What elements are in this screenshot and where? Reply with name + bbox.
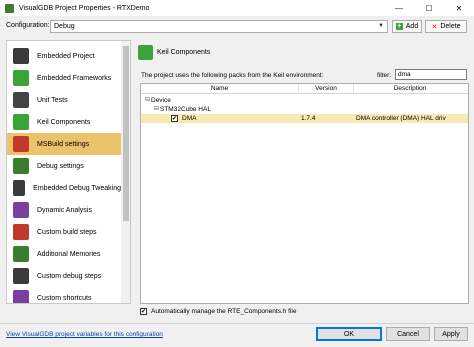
add-configuration-button[interactable]: + Add <box>392 20 422 33</box>
sidebar-item-label: Embedded Debug Tweaking <box>33 184 121 192</box>
dma-checkbox[interactable]: ✔ <box>171 115 178 122</box>
components-tree: Name Version Description ⊟ Device ⊟ STM3… <box>140 83 469 304</box>
sidebar-item-msbuild[interactable]: MSBuild settings <box>7 133 121 155</box>
sidebar-item-label: Custom build steps <box>37 228 97 236</box>
tree-row-dma[interactable]: ✔ DMA 1.7.4 DMA controller (DMA) HAL dri… <box>141 114 468 123</box>
tree-row-stm32cube-hal[interactable]: ⊟ STM32Cube HAL <box>141 105 468 114</box>
plus-icon: + <box>395 23 403 30</box>
packs-info-text: The project uses the following packs fro… <box>141 72 324 79</box>
collapse-toggle-icon[interactable]: ⊟ <box>144 96 151 105</box>
dynamic-analysis-icon <box>13 202 29 218</box>
sidebar-item-memories[interactable]: Additional Memories <box>7 243 121 265</box>
embedded-project-icon <box>13 48 29 64</box>
sidebar-item-debug-tweaking[interactable]: Embedded Debug Tweaking <box>7 177 121 199</box>
tree-row-name: STM32Cube HAL <box>160 106 211 113</box>
memories-icon <box>13 246 29 262</box>
keil-components-icon <box>13 114 29 130</box>
tree-row-name: Device <box>151 97 171 104</box>
tree-row-version: 1.7.4 <box>301 115 316 122</box>
sidebar-item-label: Embedded Frameworks <box>37 74 112 82</box>
sidebar-item-unit-tests[interactable]: Unit Tests <box>7 89 121 111</box>
filter-input[interactable] <box>395 69 467 80</box>
debug-settings-icon <box>13 158 29 174</box>
sidebar-item-frameworks[interactable]: Embedded Frameworks <box>7 67 121 89</box>
auto-manage-checkbox[interactable]: ✔ <box>140 308 147 315</box>
apply-button[interactable]: Apply <box>434 327 468 341</box>
msbuild-icon <box>13 136 29 152</box>
column-header-description[interactable]: Description <box>354 85 466 92</box>
title-bar: VisualGDB Project Properties - RTXDemo —… <box>0 0 474 16</box>
tree-header: Name Version Description <box>141 84 468 94</box>
delete-icon: ✕ <box>431 23 438 31</box>
sidebar-scroll-thumb[interactable] <box>123 46 129 221</box>
visualgdb-app-icon <box>5 3 14 13</box>
tree-row-name: DMA <box>182 115 197 122</box>
configuration-label: Configuration: <box>6 22 50 29</box>
sidebar-item-label: MSBuild settings <box>37 140 90 148</box>
sidebar-scrollbar[interactable] <box>121 41 130 303</box>
sidebar-item-dynamic-analysis[interactable]: Dynamic Analysis <box>7 199 121 221</box>
sidebar-item-label: Embedded Project <box>37 52 95 60</box>
tree-row-description: DMA controller (DMA) HAL driv <box>356 115 446 122</box>
shortcuts-icon <box>13 290 29 303</box>
sidebar-item-label: Unit Tests <box>37 96 68 104</box>
sidebar-item-label: Additional Memories <box>37 250 101 258</box>
add-button-label: Add <box>405 23 419 30</box>
sidebar-item-debug-settings[interactable]: Debug settings <box>7 155 121 177</box>
collapse-toggle-icon[interactable]: ⊟ <box>153 105 160 114</box>
configuration-dropdown[interactable]: Debug ▼ <box>50 20 388 33</box>
tree-row-device[interactable]: ⊟ Device <box>141 96 468 105</box>
sidebar-item-embedded-project[interactable]: Embedded Project <box>7 45 121 67</box>
configuration-bar: Configuration: Debug ▼ + Add ✕ Delete <box>0 19 474 34</box>
unit-tests-icon <box>13 92 29 108</box>
debug-steps-icon <box>13 268 29 284</box>
close-button[interactable]: ✕ <box>444 0 474 16</box>
chevron-down-icon: ▼ <box>378 23 384 29</box>
sidebar-item-label: Custom shortcuts <box>37 294 92 302</box>
debug-tweaking-icon <box>13 180 26 196</box>
project-variables-link[interactable]: View VisualGDB project variables for thi… <box>6 331 163 338</box>
sidebar-item-keil-components[interactable]: Keil Components <box>7 111 121 133</box>
sidebar-item-label: Custom debug steps <box>37 272 102 280</box>
minimize-button[interactable]: — <box>384 0 414 16</box>
configuration-value: Debug <box>54 23 75 30</box>
sidebar-item-debug-steps[interactable]: Custom debug steps <box>7 265 121 287</box>
sidebar-item-label: Debug settings <box>37 162 84 170</box>
delete-configuration-button[interactable]: ✕ Delete <box>425 20 467 33</box>
cancel-button[interactable]: Cancel <box>386 327 430 341</box>
footer-divider <box>0 323 474 324</box>
window-title: VisualGDB Project Properties - RTXDemo <box>19 4 150 12</box>
build-steps-icon <box>13 224 29 240</box>
auto-manage-label: Automatically manage the RTE_Components.… <box>151 308 297 315</box>
delete-button-label: Delete <box>440 23 461 30</box>
keil-components-icon <box>138 45 153 60</box>
auto-manage-option[interactable]: ✔ Automatically manage the RTE_Component… <box>140 308 297 315</box>
sidebar-item-build-steps[interactable]: Custom build steps <box>7 221 121 243</box>
maximize-button[interactable]: ☐ <box>414 0 444 16</box>
filter-label: filter: <box>377 72 392 79</box>
frameworks-icon <box>13 70 29 86</box>
panel-header: Keil Components <box>138 45 210 60</box>
column-header-version[interactable]: Version <box>299 85 353 92</box>
column-header-name[interactable]: Name <box>141 85 298 92</box>
settings-sidebar: Embedded Project Embedded Frameworks Unit … <box>6 40 131 304</box>
panel-title: Keil Components <box>157 49 211 56</box>
sidebar-item-label: Dynamic Analysis <box>37 206 92 214</box>
ok-button[interactable]: OK <box>316 327 382 341</box>
sidebar-item-shortcuts[interactable]: Custom shortcuts <box>7 287 121 303</box>
sidebar-item-label: Keil Components <box>37 118 91 126</box>
